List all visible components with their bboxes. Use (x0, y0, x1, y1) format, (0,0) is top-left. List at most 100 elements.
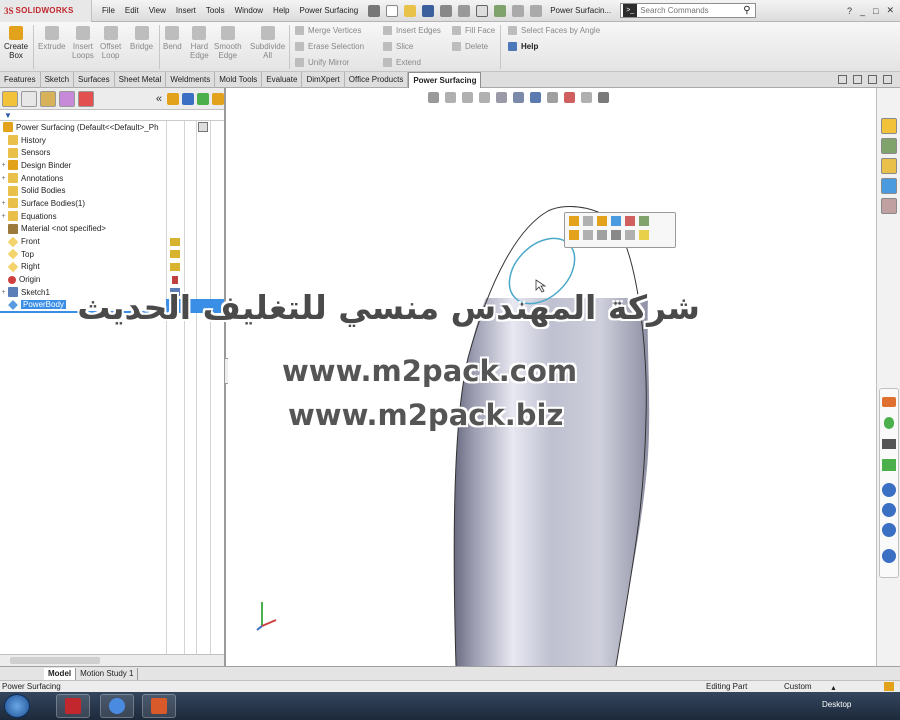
tab-sheet-metal[interactable]: Sheet Metal (115, 72, 167, 88)
context-appearance-icon[interactable] (611, 216, 621, 226)
scroll-thumb[interactable] (10, 657, 100, 664)
expand-icon[interactable]: + (0, 162, 7, 169)
menu-file[interactable]: File (102, 6, 115, 15)
context-sketch-icon[interactable] (597, 216, 607, 226)
tree-item-top[interactable]: Top (0, 248, 224, 261)
context-select-icon[interactable] (597, 230, 607, 240)
back-arrow-icon[interactable] (882, 397, 896, 407)
save-icon[interactable] (422, 4, 435, 17)
search-commands[interactable]: >_ ⚲ (620, 3, 757, 18)
status-units[interactable]: Custom (784, 681, 812, 692)
tab-weldments[interactable]: Weldments (166, 72, 216, 88)
open-folder-icon[interactable] (404, 4, 417, 17)
tree-item-sensors[interactable]: Sensors (0, 146, 224, 159)
tree-item-front[interactable]: Front (0, 235, 224, 248)
screen-icon[interactable] (882, 459, 896, 471)
settings-icon[interactable] (882, 549, 896, 563)
solidworks-logo[interactable]: 3S SOLIDWORKS (0, 0, 92, 22)
dimxpert-tab-icon[interactable] (59, 90, 75, 107)
tree-item-equations[interactable]: + Equations (0, 210, 224, 223)
menu-tools[interactable]: Tools (206, 6, 225, 15)
options-icon[interactable] (530, 4, 543, 17)
undo-icon[interactable] (458, 4, 471, 17)
filter-icon[interactable]: ▼ (0, 110, 224, 121)
tree-item-annotations[interactable]: + Annotations (0, 172, 224, 185)
hard-edge-button[interactable]: Hard Edge (190, 26, 209, 60)
file-explorer-icon[interactable] (880, 158, 897, 174)
new-document-icon[interactable] (386, 4, 399, 17)
expand-icon[interactable]: + (0, 175, 7, 182)
file-properties-icon[interactable] (512, 4, 525, 17)
doc-close-icon[interactable] (883, 75, 892, 84)
menu-window[interactable]: Window (235, 6, 263, 15)
tree-item-origin[interactable]: Origin (0, 273, 224, 286)
feature-tree-tab-icon[interactable] (2, 90, 18, 107)
tab-sketch[interactable]: Sketch (41, 72, 75, 88)
search-input[interactable] (640, 6, 741, 15)
subdivide-all-button[interactable]: Subdivide All (250, 26, 285, 60)
expand-icon[interactable]: + (0, 200, 7, 207)
tree-item-solid-bodies[interactable]: Solid Bodies (0, 184, 224, 197)
expand-icon[interactable]: + (0, 289, 7, 296)
pause-icon[interactable] (882, 483, 896, 497)
menu-view[interactable]: View (149, 6, 166, 15)
bridge-button[interactable]: Bridge (130, 26, 153, 51)
close-icon[interactable]: ✕ (886, 5, 894, 16)
menu-insert[interactable]: Insert (176, 6, 196, 15)
tab-features[interactable]: Features (0, 72, 41, 88)
expand-icon[interactable]: + (0, 213, 7, 220)
context-color-icon[interactable] (625, 216, 635, 226)
display-manager-tab-icon[interactable] (78, 90, 94, 107)
create-box-button[interactable]: Create Box (4, 26, 28, 60)
context-normal-to-icon[interactable] (583, 216, 593, 226)
context-rotate-icon[interactable] (583, 230, 593, 240)
collapse-arrows-icon[interactable]: « (156, 93, 164, 105)
offset-loop-button[interactable]: Offset Loop (100, 26, 121, 60)
camera-icon[interactable] (882, 439, 896, 449)
tab-office-products[interactable]: Office Products (345, 72, 409, 88)
taskbar-powerpoint[interactable] (142, 694, 176, 718)
context-hide-icon[interactable] (639, 216, 649, 226)
print-icon[interactable] (440, 4, 453, 17)
insert-edges-button[interactable]: Insert Edges (383, 26, 441, 35)
tree-item-right[interactable]: Right (0, 261, 224, 274)
minimize-icon[interactable]: _ (860, 6, 865, 16)
extrude-button[interactable]: Extrude (38, 26, 66, 51)
start-button[interactable] (4, 694, 30, 718)
tree-root[interactable]: Power Surfacing (Default<<Default>_Ph (0, 121, 224, 134)
custom-properties-icon[interactable] (880, 198, 897, 214)
smooth-edge-button[interactable]: Smooth Edge (214, 26, 242, 60)
design-library-icon[interactable] (880, 138, 897, 154)
select-faces-by-angle-button[interactable]: Select Faces by Angle (508, 26, 600, 35)
rebuild-status-icon[interactable] (884, 682, 894, 691)
decal-icon[interactable] (212, 92, 224, 105)
unify-mirror-button[interactable]: Unify Mirror (295, 58, 349, 67)
extend-button[interactable]: Extend (383, 58, 421, 67)
context-edit-icon[interactable] (569, 216, 579, 226)
context-properties-icon[interactable] (639, 230, 649, 240)
doc-restore-icon[interactable] (868, 75, 877, 84)
taskbar-app2[interactable] (100, 694, 134, 718)
slice-button[interactable]: Slice (383, 42, 413, 51)
help-button[interactable]: Help (508, 42, 538, 51)
scene-icon[interactable] (197, 92, 209, 105)
taskbar-solidworks[interactable] (56, 694, 90, 718)
context-plane-icon[interactable] (625, 230, 635, 240)
magnifier-icon[interactable]: ⚲ (743, 5, 750, 16)
cube-view-icon[interactable] (182, 92, 194, 105)
menu-power-surfacing[interactable]: Power Surfacing (300, 6, 359, 15)
erase-selection-button[interactable]: Erase Selection (295, 42, 364, 51)
tab-mold-tools[interactable]: Mold Tools (215, 72, 263, 88)
menu-edit[interactable]: Edit (125, 6, 139, 15)
bend-button[interactable]: Bend (163, 26, 182, 51)
tree-item-design-binder[interactable]: + Design Binder (0, 159, 224, 172)
tab-dimxpert[interactable]: DimXpert (302, 72, 345, 88)
appearances-icon[interactable] (880, 178, 897, 194)
help-icon[interactable]: ? (847, 6, 852, 16)
rebuild-icon[interactable] (494, 4, 507, 17)
cursor-icon[interactable] (882, 503, 896, 517)
restore-icon[interactable]: □ (873, 6, 878, 16)
context-zoom-icon[interactable] (569, 230, 579, 240)
insert-loops-button[interactable]: Insert Loops (72, 26, 94, 60)
tree-item-material[interactable]: Material <not specified> (0, 223, 224, 236)
